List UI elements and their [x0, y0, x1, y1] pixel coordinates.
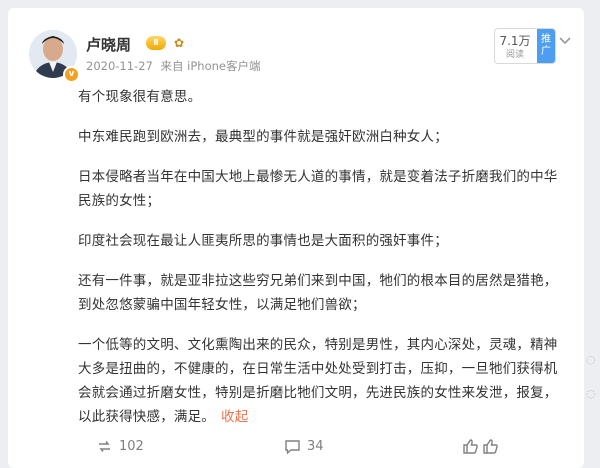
like-icon [483, 438, 498, 454]
like-icon [463, 438, 478, 454]
more-icon[interactable] [557, 36, 573, 46]
promote-button[interactable]: 推 广 [537, 29, 555, 63]
repost-icon [99, 440, 110, 452]
username[interactable]: 卢晓周 [86, 34, 131, 55]
verified-icon: v [63, 66, 80, 83]
promote-label-top: 推 [541, 34, 551, 45]
comment-icon [285, 439, 300, 455]
post-card: v 卢晓周 Ⅱ ✿ 2020-11-27 来自 iPhone客户端 7.1万 阅… [8, 8, 584, 468]
paragraph: 印度社会现在最让人匪夷所思的事情也是大面积的强奸事件； [78, 233, 448, 249]
side-toolbar-icon[interactable]: ◌ [586, 353, 600, 366]
medal-icon[interactable]: ✿ [171, 35, 187, 51]
paragraph: 中东难民跑到欧洲去，最典型的事件就是强奸欧洲白种女人； [78, 129, 448, 145]
post-meta: 2020-11-27 来自 iPhone客户端 [86, 58, 260, 74]
paragraph: 有个现象很有意思。 [78, 89, 202, 105]
action-bar: 102 34 [78, 432, 598, 460]
paragraph-last: 一个低等的文明、文化熏陶出来的民众，特别是男性，其内心深处，灵魂，精神大多是扭曲… [78, 333, 565, 429]
comment-button[interactable]: 34 [284, 432, 324, 460]
level-badge[interactable]: Ⅱ [146, 36, 166, 50]
like-button-secondary[interactable] [482, 432, 499, 460]
repost-button[interactable]: 102 [96, 432, 144, 460]
paragraph-text: 一个低等的文明、文化熏陶出来的民众，特别是男性，其内心深处，灵魂，精神大多是扭曲… [78, 337, 558, 425]
comment-count: 34 [307, 438, 324, 454]
post-source: 来自 iPhone客户端 [160, 59, 261, 73]
promote-label-bottom: 广 [541, 46, 551, 57]
paragraph: 日本侵略者当年在中国大地上最惨无人道的事情，就是变着法子折磨我们的中华民族的女性… [78, 169, 558, 209]
post-content: 有个现象很有意思。 中东难民跑到欧洲去，最典型的事件就是强奸欧洲白种女人； 日本… [78, 85, 565, 429]
side-toolbar-icon[interactable]: ◌ [586, 387, 600, 400]
repost-count: 102 [119, 438, 144, 454]
read-label: 阅读 [505, 50, 524, 60]
read-count-box[interactable]: 7.1万 阅读 推 广 [494, 28, 556, 64]
collapse-link[interactable]: 收起 [221, 409, 248, 425]
post-date[interactable]: 2020-11-27 [86, 59, 153, 73]
paragraph: 还有一件事，就是亚非拉这些穷兄弟们来到中国，牠们的根本目的居然是猎艳，到处忽悠蒙… [78, 273, 558, 313]
